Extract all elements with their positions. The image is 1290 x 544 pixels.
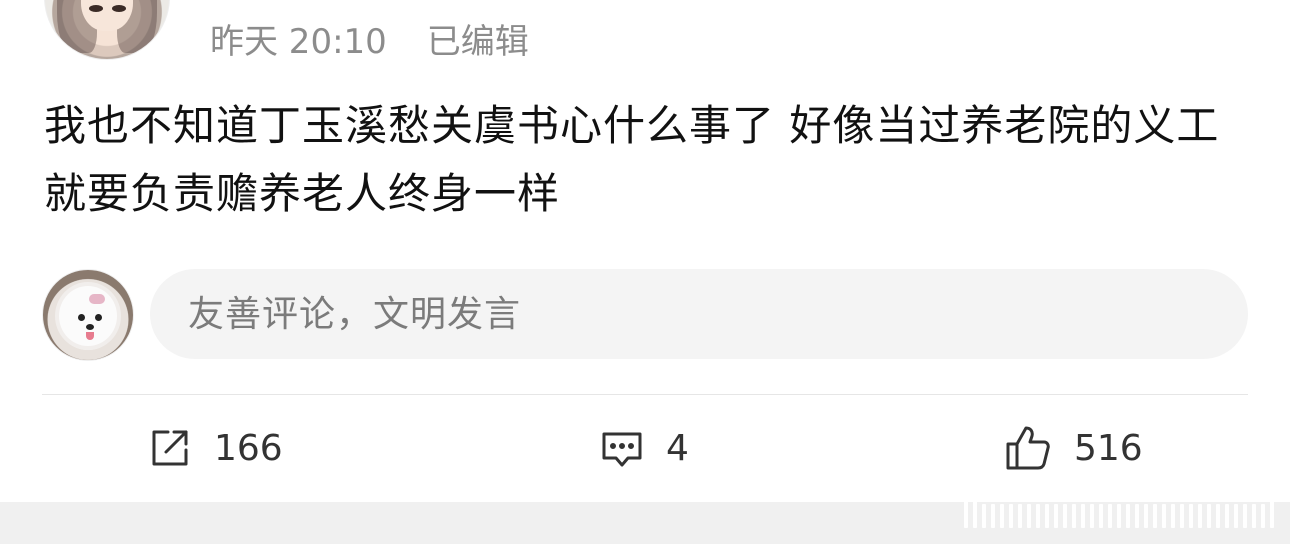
avatar-dog-nose — [86, 324, 94, 330]
share-icon — [148, 426, 192, 470]
share-count: 166 — [214, 427, 283, 469]
avatar-dog-eye-left — [78, 314, 85, 321]
avatar-dog-tongue — [86, 332, 94, 340]
author-avatar[interactable] — [44, 0, 170, 60]
avatar-eye-left — [89, 5, 103, 12]
post-timestamp: 昨天 20:10 — [210, 21, 387, 62]
share-button[interactable]: 166 — [148, 420, 283, 476]
avatar-dog-eye-right — [95, 314, 102, 321]
comment-input[interactable] — [150, 269, 1248, 359]
like-button[interactable]: 516 — [1004, 420, 1143, 476]
comment-button[interactable]: 4 — [600, 420, 689, 476]
divider — [42, 394, 1248, 395]
comment-count: 4 — [666, 427, 689, 469]
current-user-avatar[interactable] — [42, 269, 134, 361]
thumbs-up-icon — [1004, 424, 1052, 472]
watermark-decoration — [964, 494, 1274, 528]
avatar-bow — [89, 294, 105, 304]
post-meta: 昨天 20:10 已编辑 — [210, 14, 529, 62]
like-count: 516 — [1074, 427, 1143, 469]
avatar-eye-right — [112, 5, 126, 12]
comment-icon — [600, 426, 644, 470]
post-text: 我也不知道丁玉溪愁关虞书心什么事了 好像当过养老院的义工就要负责赡养老人终身一样 — [44, 101, 1220, 218]
edited-label[interactable]: 已编辑 — [427, 14, 529, 63]
